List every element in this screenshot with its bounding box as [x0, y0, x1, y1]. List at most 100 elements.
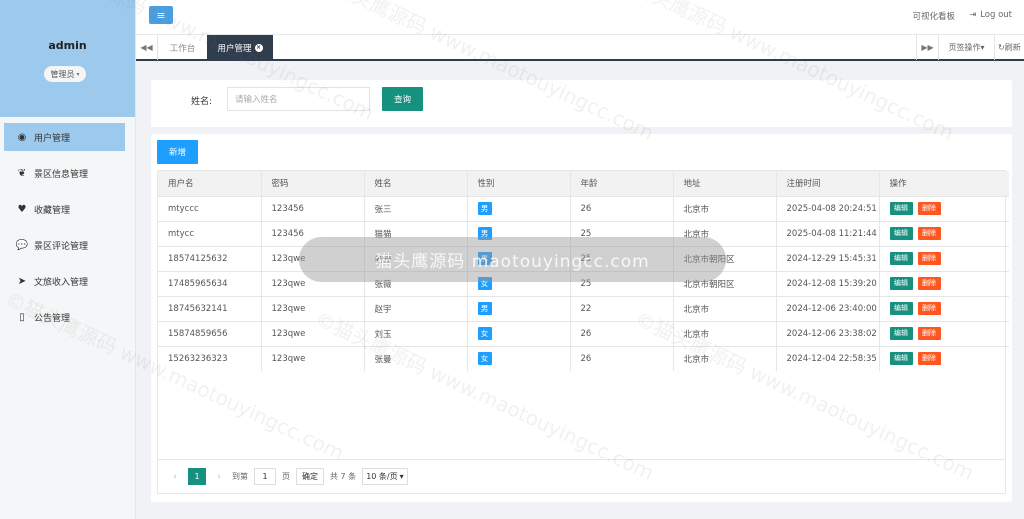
cell-age: 26 — [570, 196, 674, 221]
search-button[interactable]: 查询 — [382, 87, 423, 111]
cell-registered: 2024-12-08 15:39:20 — [776, 271, 880, 296]
watermark-banner: 猫头鹰源码 maotouyingcc.com — [299, 237, 726, 282]
edit-button[interactable]: 编辑 — [889, 302, 913, 315]
dashboard-link[interactable]: 可视化看板 — [913, 10, 956, 22]
user-table: 用户名 密码 姓名 性别 年龄 地址 注册时间 操作 mtyccc 123456 张三男 26 北京市… — [157, 170, 1009, 460]
edit-button[interactable]: 编辑 — [889, 202, 913, 215]
edit-button[interactable]: 编辑 — [889, 352, 913, 366]
cell-username: 18574125632 — [158, 246, 262, 271]
next-page-icon[interactable]: › — [212, 472, 226, 482]
cell-registered: 2024-12-04 22:58:35 — [776, 346, 880, 371]
cell-registered: 2024-12-06 23:40:00 — [776, 296, 880, 321]
caret-down-icon: ▾ — [980, 43, 985, 52]
delete-button[interactable]: 删除 — [917, 327, 941, 340]
cell-name: 刘玉 — [364, 321, 468, 346]
profile-panel: admin 管理员 ▾ — [0, 0, 135, 117]
column-header: 性别 — [467, 171, 571, 196]
heart-icon: ♥ — [17, 203, 27, 215]
role-dropdown[interactable]: 管理员 ▾ — [44, 66, 86, 82]
prev-page-icon[interactable]: ‹ — [168, 472, 182, 482]
edit-button[interactable]: 编辑 — [889, 252, 913, 265]
page-size-select[interactable]: 10 条/页 ▾ — [362, 468, 408, 485]
cell-age: 22 — [570, 296, 674, 321]
edit-button[interactable]: 编辑 — [889, 227, 913, 240]
sidebar: admin 管理员 ▾ ◉ 用户管理 ❦ 景区信息管理 ♥ 收藏管理 💬 景区评论管理 ➤ 文旅收… — [0, 0, 136, 519]
cell-actions: 编辑 删除 — [879, 246, 1009, 271]
gender-badge: 女 — [477, 352, 492, 366]
column-header: 地址 — [673, 171, 777, 196]
scroll-right-icon[interactable]: ▶▶ — [916, 35, 938, 60]
cell-username: 15263236323 — [158, 346, 262, 371]
table-row: 15263236323 123qwe 张曼女 26 北京市 2024-12-04 22:5… — [158, 346, 1009, 371]
table-row: mtyccc 123456 张三男 26 北京市 2025-04-08 20:24:51 编… — [158, 196, 1009, 221]
delete-button[interactable]: 删除 — [917, 227, 941, 240]
page-size-label: 10 条/页 — [366, 472, 398, 481]
delete-button[interactable]: 删除 — [917, 202, 941, 215]
cell-actions: 编辑 删除 — [879, 321, 1009, 346]
refresh-button[interactable]: ↻ 刷新 — [994, 35, 1024, 60]
gender-badge: 男 — [477, 202, 492, 215]
column-header: 密码 — [261, 171, 365, 196]
scroll-left-icon[interactable]: ◀◀ — [136, 35, 158, 60]
cell-gender: 女 — [467, 321, 571, 346]
cell-registered: 2025-04-08 11:21:44 — [776, 221, 880, 246]
cell-actions: 编辑 删除 — [879, 221, 1009, 246]
delete-button[interactable]: 删除 — [917, 302, 941, 315]
user-circle-icon: ◉ — [17, 131, 27, 143]
sidebar-item-label: 用户管理 — [34, 133, 71, 144]
close-icon[interactable]: × — [254, 43, 263, 52]
cell-username: mtycc — [158, 221, 262, 246]
page-ops-dropdown[interactable]: 页签操作 ▾ — [938, 35, 994, 60]
page-ops-label: 页签操作 — [948, 43, 981, 52]
sidebar-item[interactable]: ♥ 收藏管理 — [4, 195, 125, 223]
paper-plane-icon: ➤ — [17, 275, 27, 287]
sidebar-item[interactable]: ➤ 文旅收入管理 — [4, 267, 125, 295]
cell-password: 123qwe — [261, 321, 365, 346]
delete-button[interactable]: 删除 — [917, 352, 941, 366]
add-button[interactable]: 新增 — [157, 140, 198, 164]
caret-down-icon: ▾ — [76, 70, 80, 78]
sidebar-item-label: 收藏管理 — [34, 205, 71, 216]
column-header: 注册时间 — [776, 171, 880, 196]
cell-registered: 2024-12-29 15:45:31 — [776, 246, 880, 271]
logout-link[interactable]: Log out — [969, 10, 1012, 22]
hamburger-icon[interactable]: ≡ — [149, 6, 173, 24]
cell-address: 北京市 — [673, 346, 777, 371]
name-search-input[interactable]: 请输入姓名 — [227, 87, 370, 111]
cell-username: 15874859656 — [158, 321, 262, 346]
cell-name: 张曼 — [364, 346, 468, 371]
delete-button[interactable]: 删除 — [917, 252, 941, 265]
cell-password: 123qwe — [261, 346, 365, 371]
cell-password: 123qwe — [261, 296, 365, 321]
current-page[interactable]: 1 — [188, 468, 206, 485]
cell-name: 张三 — [364, 196, 468, 221]
comment-icon: 💬 — [15, 239, 29, 251]
column-header: 操作 — [889, 179, 907, 190]
cell-gender: 男 — [467, 196, 571, 221]
sidebar-item[interactable]: ❦ 景区信息管理 — [4, 159, 125, 187]
column-header: 姓名 — [364, 171, 468, 196]
topbar: ≡ 可视化看板 Log out — [136, 0, 1024, 34]
table-row: 18745632141 123qwe 赵宇男 22 北京市 2024-12-06 23:4… — [158, 296, 1009, 321]
sidebar-item[interactable]: ▯ 公告管理 — [4, 303, 125, 331]
sidebar-item[interactable]: 💬 景区评论管理 — [4, 231, 125, 259]
cell-registered: 2025-04-08 20:24:51 — [776, 196, 880, 221]
tab-user-management[interactable]: 用户管理 × — [207, 35, 273, 60]
sidebar-item-label: 景区评论管理 — [34, 241, 89, 252]
cell-username: 17485965634 — [158, 271, 262, 296]
goto-page-input[interactable]: 1 — [254, 468, 276, 485]
goto-label: 到第 — [232, 472, 248, 481]
total-count: 共 7 条 — [330, 472, 357, 481]
goto-confirm-button[interactable]: 确定 — [296, 468, 324, 485]
cell-username: mtyccc — [158, 196, 262, 221]
tab-home[interactable]: 工作台 — [158, 35, 207, 60]
sidebar-menu: ◉ 用户管理 ❦ 景区信息管理 ♥ 收藏管理 💬 景区评论管理 ➤ 文旅收入管理 ▯ 公告管理 — [0, 123, 135, 331]
name-label: 姓名: — [191, 97, 213, 107]
cell-actions: 编辑 删除 — [879, 271, 1009, 296]
delete-button[interactable]: 删除 — [917, 277, 941, 290]
edit-button[interactable]: 编辑 — [889, 327, 913, 340]
edit-button[interactable]: 编辑 — [889, 277, 913, 290]
cell-address: 北京市 — [673, 321, 777, 346]
sidebar-item[interactable]: ◉ 用户管理 — [4, 123, 125, 151]
table-header: 用户名 密码 姓名 性别 年龄 地址 注册时间 操作 — [158, 171, 1009, 196]
